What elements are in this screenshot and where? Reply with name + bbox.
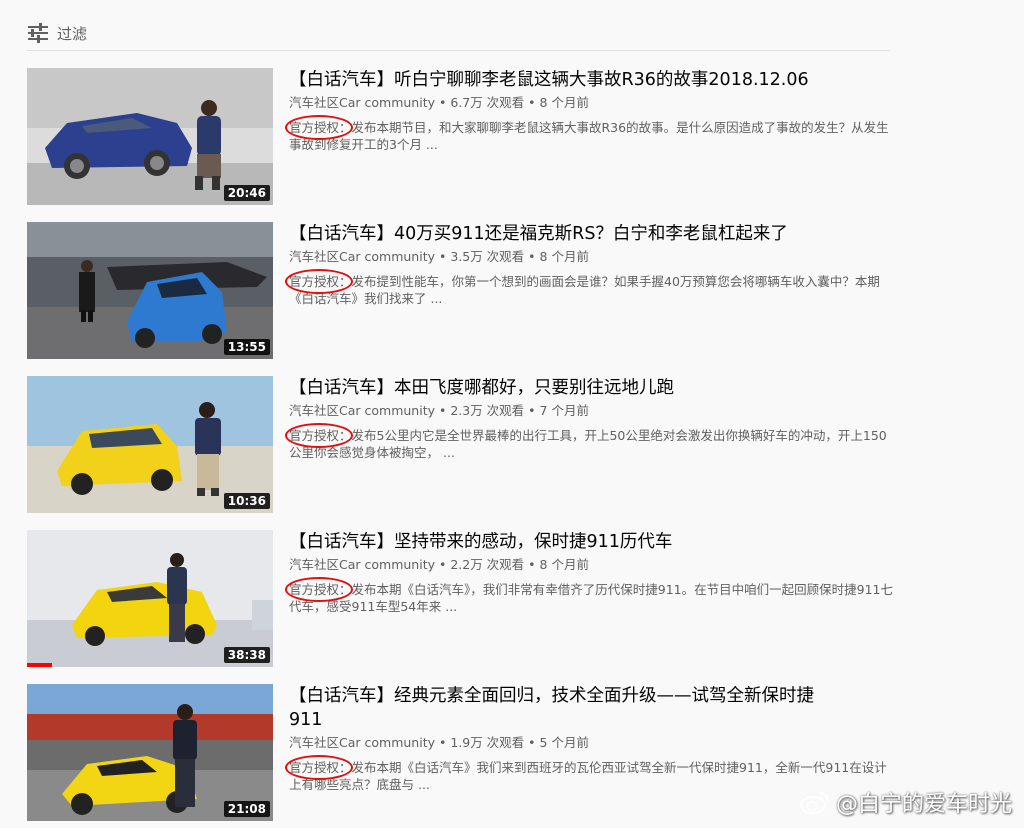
weibo-icon	[799, 790, 830, 814]
video-result[interactable]: 20:46 【白话汽车】听白宁聊聊李老鼠这辆大事故R36的故事2018.12.0…	[27, 68, 897, 205]
channel-name[interactable]: 汽车社区Car community	[289, 557, 435, 572]
video-result[interactable]: 13:55 【白话汽车】40万买911还是福克斯RS？白宁和李老鼠杠起来了 汽车…	[27, 222, 897, 359]
watch-progress-bar	[27, 663, 52, 667]
upload-age: 8 个月前	[539, 557, 589, 572]
video-description: 官方授权：发布5公里内它是全世界最棒的出行工具，开上50公里绝对会激发出你换辆好…	[285, 423, 895, 461]
view-count: 2.2万 次观看	[450, 557, 525, 572]
description-text: 官方授权：发布5公里内它是全世界最棒的出行工具，开上50公里绝对会激发出你换辆好…	[289, 428, 887, 460]
video-meta: 汽车社区Car community • 6.7万 次观看 • 8 个月前	[289, 95, 589, 110]
sliders-icon[interactable]	[27, 23, 49, 43]
video-duration: 20:46	[223, 185, 270, 201]
view-count: 6.7万 次观看	[450, 95, 525, 110]
description-text: 官方授权：发布本期《白话汽车》，我们非常有幸借齐了历代保时捷911。在节目中咱们…	[289, 582, 893, 614]
video-description: 官方授权：发布本期《白话汽车》，我们非常有幸借齐了历代保时捷911。在节目中咱们…	[285, 577, 895, 615]
video-duration: 10:36	[223, 493, 270, 509]
upload-age: 5 个月前	[539, 735, 589, 750]
channel-name[interactable]: 汽车社区Car community	[289, 403, 435, 418]
video-result[interactable]: 21:08 【白话汽车】经典元素全面回归，技术全面升级——试驾全新保时捷911 …	[27, 684, 897, 821]
upload-age: 8 个月前	[539, 95, 589, 110]
view-count: 1.9万 次观看	[450, 735, 525, 750]
video-thumbnail[interactable]: 10:36	[27, 376, 273, 513]
video-thumbnail[interactable]: 38:38	[27, 530, 273, 667]
watermark-text: @白宁的爱车时光	[835, 792, 1012, 817]
video-duration: 38:38	[223, 647, 270, 663]
video-info: 【白话汽车】经典元素全面回归，技术全面升级——试驾全新保时捷911 汽车社区Ca…	[285, 684, 895, 793]
video-description: 官方授权：发布本期节目，和大家聊聊李老鼠这辆大事故R36的故事。是什么原因造成了…	[285, 115, 895, 153]
video-meta: 汽车社区Car community • 3.5万 次观看 • 8 个月前	[289, 249, 589, 264]
video-title[interactable]: 【白话汽车】本田飞度哪都好，只要别往远地儿跑	[289, 376, 895, 400]
upload-age: 8 个月前	[539, 249, 589, 264]
video-title[interactable]: 【白话汽车】听白宁聊聊李老鼠这辆大事故R36的故事2018.12.06	[289, 68, 895, 92]
video-thumbnail[interactable]: 13:55	[27, 222, 273, 359]
video-title[interactable]: 【白话汽车】经典元素全面回归，技术全面升级——试驾全新保时捷911	[289, 684, 834, 732]
view-count: 3.5万 次观看	[450, 249, 525, 264]
description-text: 官方授权：发布提到性能车，你第一个想到的画面会是谁？如果手握40万预算您会将哪辆…	[289, 274, 880, 306]
view-count: 2.3万 次观看	[450, 403, 525, 418]
video-info: 【白话汽车】本田飞度哪都好，只要别往远地儿跑 汽车社区Car community…	[285, 376, 895, 461]
description-text: 官方授权：发布本期《白话汽车》我们来到西班牙的瓦伦西亚试驾全新一代保时捷911，…	[289, 760, 887, 792]
video-result[interactable]: 38:38 【白话汽车】坚持带来的感动，保时捷911历代车 汽车社区Car co…	[27, 530, 897, 667]
video-info: 【白话汽车】听白宁聊聊李老鼠这辆大事故R36的故事2018.12.06 汽车社区…	[285, 68, 895, 153]
video-description: 官方授权：发布提到性能车，你第一个想到的画面会是谁？如果手握40万预算您会将哪辆…	[285, 269, 895, 307]
video-thumbnail[interactable]: 20:46	[27, 68, 273, 205]
video-duration: 21:08	[223, 801, 270, 817]
video-info: 【白话汽车】40万买911还是福克斯RS？白宁和李老鼠杠起来了 汽车社区Car …	[285, 222, 895, 307]
description-text: 官方授权：发布本期节目，和大家聊聊李老鼠这辆大事故R36的故事。是什么原因造成了…	[289, 120, 889, 152]
video-thumbnail[interactable]: 21:08	[27, 684, 273, 821]
video-meta: 汽车社区Car community • 2.2万 次观看 • 8 个月前	[289, 557, 589, 572]
video-title[interactable]: 【白话汽车】坚持带来的感动，保时捷911历代车	[289, 530, 895, 554]
video-title[interactable]: 【白话汽车】40万买911还是福克斯RS？白宁和李老鼠杠起来了	[289, 222, 895, 246]
video-meta: 汽车社区Car community • 2.3万 次观看 • 7 个月前	[289, 403, 589, 418]
video-duration: 13:55	[223, 339, 270, 355]
filter-bar: 过滤	[27, 14, 890, 51]
channel-name[interactable]: 汽车社区Car community	[289, 95, 435, 110]
filter-label[interactable]: 过滤	[57, 23, 87, 44]
watermark: @白宁的爱车时光	[799, 786, 1012, 818]
upload-age: 7 个月前	[539, 403, 589, 418]
channel-name[interactable]: 汽车社区Car community	[289, 249, 435, 264]
video-result[interactable]: 10:36 【白话汽车】本田飞度哪都好，只要别往远地儿跑 汽车社区Car com…	[27, 376, 897, 513]
video-info: 【白话汽车】坚持带来的感动，保时捷911历代车 汽车社区Car communit…	[285, 530, 895, 615]
channel-name[interactable]: 汽车社区Car community	[289, 735, 435, 750]
video-meta: 汽车社区Car community • 1.9万 次观看 • 5 个月前	[289, 735, 589, 750]
